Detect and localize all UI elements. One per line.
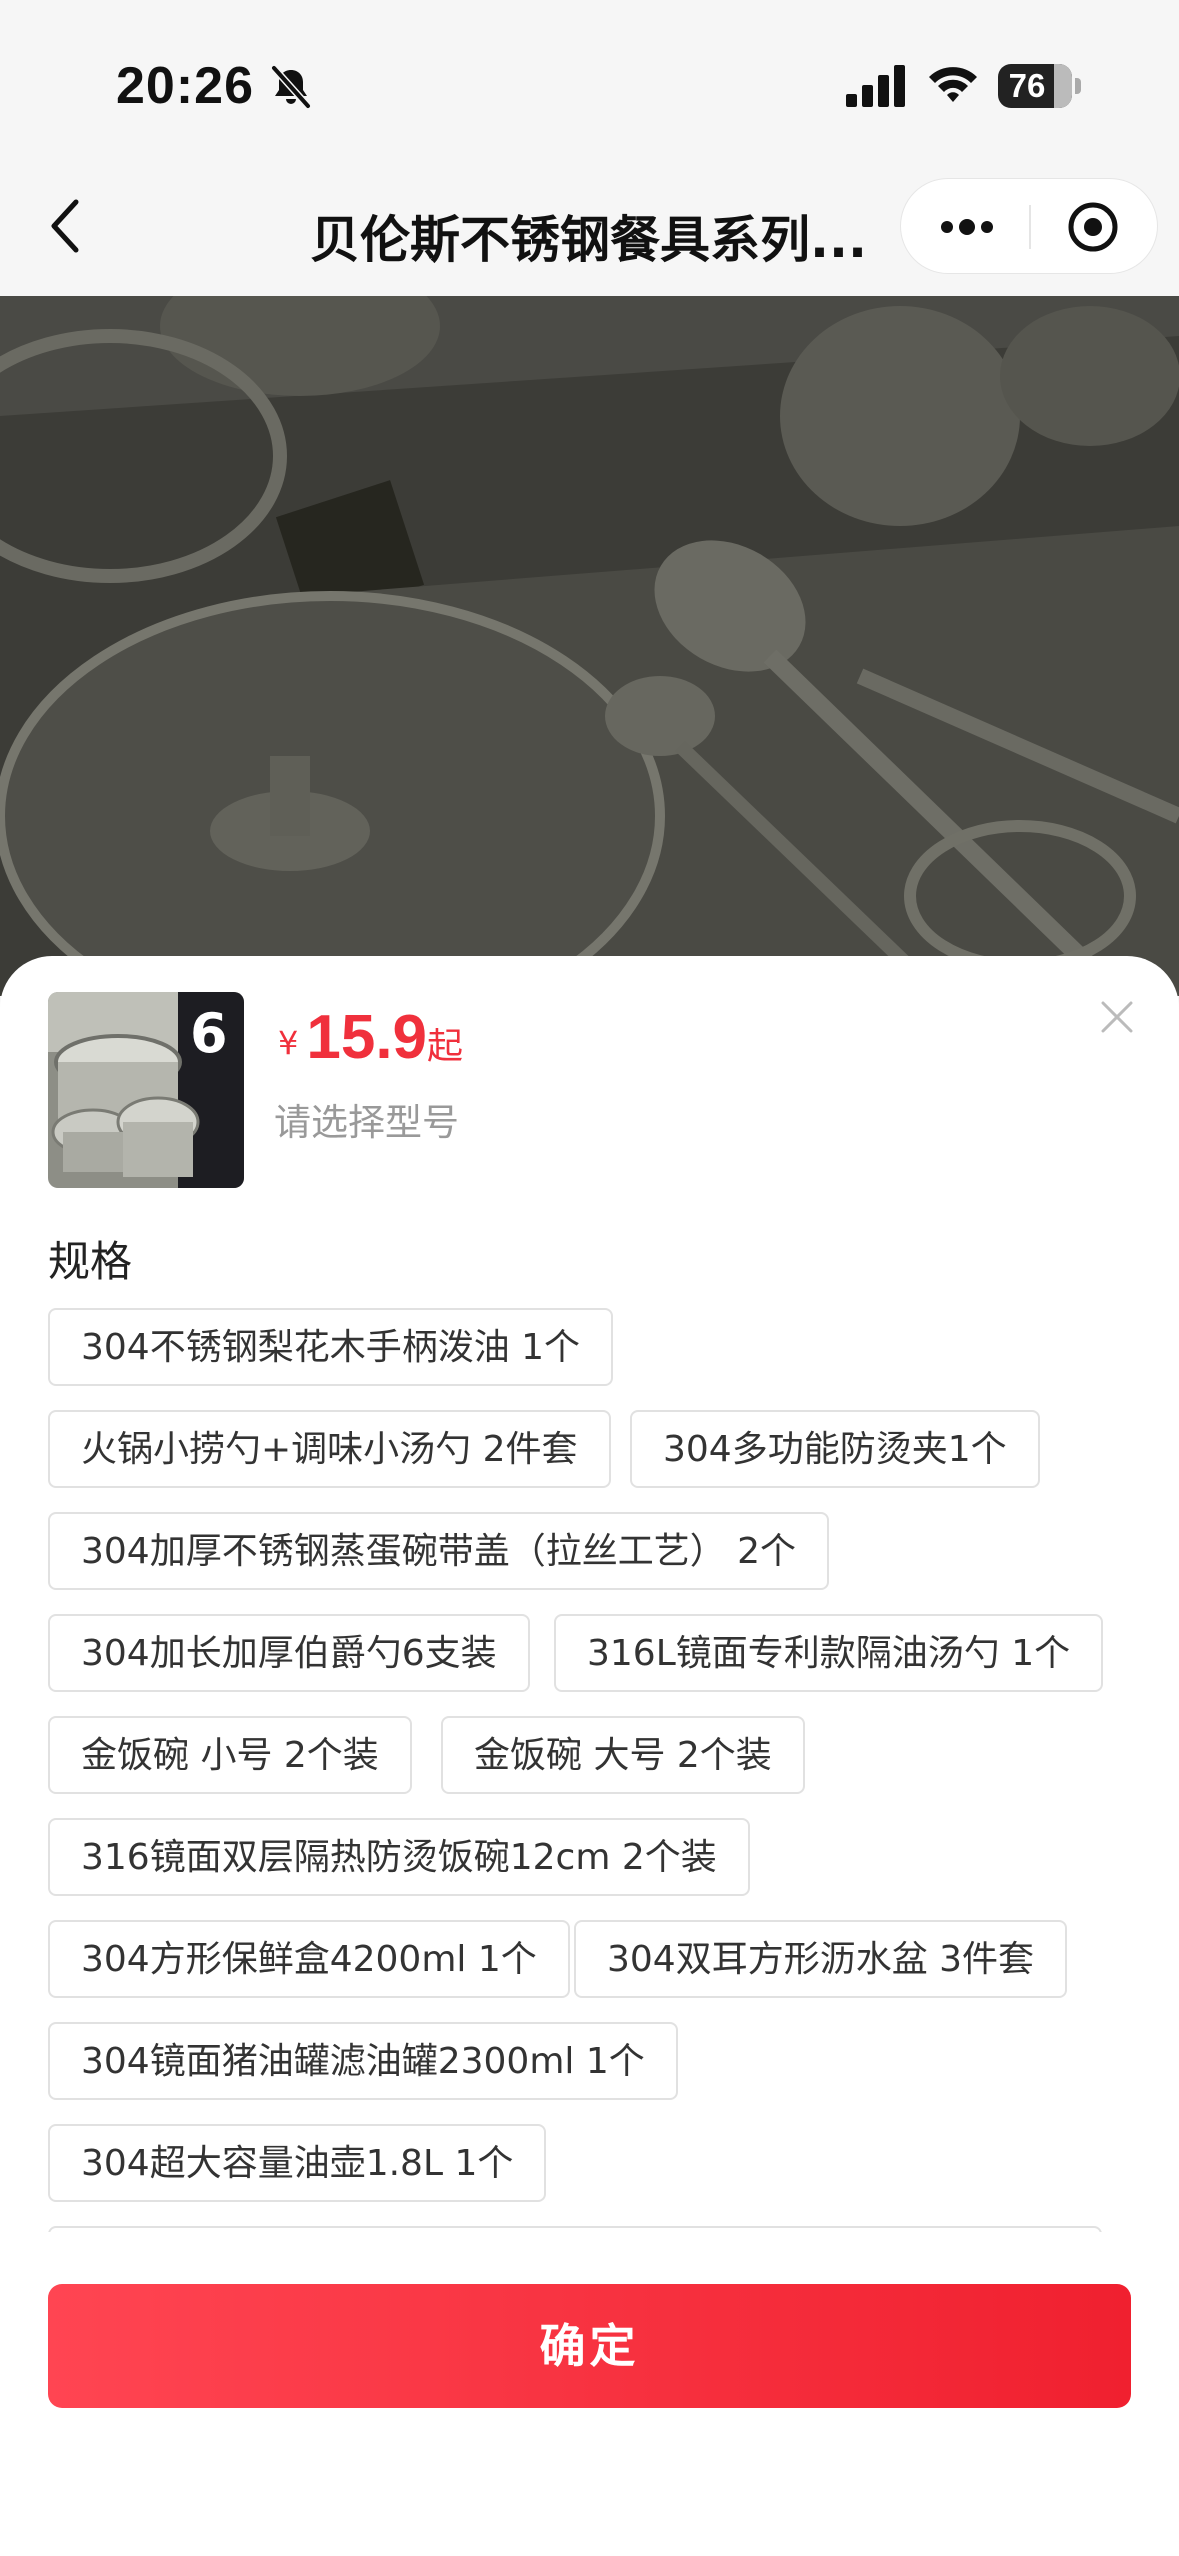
spec-option[interactable]: 金饭碗 大号 2个装 <box>441 1716 805 1794</box>
spec-option[interactable]: 金饭碗 小号 2个装 <box>48 1716 412 1794</box>
spec-option[interactable]: 304超大容量油壶1.8L 1个 <box>48 2124 547 2202</box>
svg-text:6: 6 <box>190 1002 228 1065</box>
spec-option[interactable]: 304镜面猪油罐滤油罐2300ml 1个 <box>48 2022 678 2100</box>
cellular-signal-icon <box>846 65 905 107</box>
target-icon[interactable] <box>1067 201 1119 253</box>
wifi-icon <box>929 67 977 102</box>
price-value: 15.9 <box>306 1003 428 1072</box>
spec-option[interactable]: 316L镜面专利款隔油汤勺 1个 <box>554 1614 1104 1692</box>
page-title: 贝伦斯不锈钢餐具系列... <box>310 211 867 269</box>
mini-program-capsule <box>900 178 1158 274</box>
spec-option[interactable]: 304多功能防烫夹1个 <box>630 1410 1040 1488</box>
status-time: 20:26 <box>116 57 254 115</box>
nav-bar: 贝伦斯不锈钢餐具系列... <box>0 170 1179 296</box>
capsule-divider <box>1029 205 1031 249</box>
price-suffix: 起 <box>427 1026 464 1067</box>
currency-symbol: ¥ <box>278 1024 299 1062</box>
spec-option[interactable]: 火锅小捞勺+调味小汤勺 2件套 <box>48 1410 611 1488</box>
close-icon[interactable] <box>1098 998 1136 1036</box>
bell-slash-icon <box>271 65 311 109</box>
selection-hint: 请选择型号 <box>274 1101 459 1144</box>
spec-option[interactable]: 316镜面双层隔热防烫饭碗12cm 2个装 <box>48 1818 750 1896</box>
spec-options: 304不锈钢梨花木手柄泼油 1个 火锅小捞勺+调味小汤勺 2件套 304多功能防… <box>48 1308 1138 2232</box>
battery-level: 76 <box>1008 67 1046 104</box>
spec-option[interactable]: 304方形保鲜盒4200ml 1个 <box>48 1920 570 1998</box>
spec-option[interactable]: 304双耳方形沥水盆 3件套 <box>574 1920 1068 1998</box>
spec-option[interactable]: 304加厚不锈钢蒸蛋碗带盖（拉丝工艺） 2个 <box>48 1512 830 1590</box>
battery-icon: 76 <box>998 64 1082 110</box>
back-chevron-icon[interactable] <box>44 196 88 256</box>
price: ¥15.9起 <box>278 1002 463 1073</box>
more-dots-icon[interactable] <box>937 205 997 249</box>
confirm-button[interactable]: 确定 <box>48 2284 1131 2408</box>
spec-section-title: 规格 <box>48 1237 133 1286</box>
product-thumbnail: 6 <box>48 992 244 1188</box>
product-photo-background <box>0 296 1179 996</box>
spec-option[interactable]: 304不锈钢梨花木手柄泼油 1个 <box>48 1308 614 1386</box>
spec-option[interactable]: 304加长加厚伯爵勺6支装 <box>48 1614 530 1692</box>
status-bar: 20:26 76 <box>0 0 1179 170</box>
spec-option[interactable] <box>48 2226 1102 2232</box>
spec-selection-sheet: 6 ¥15.9起 请选择型号 规格 304不锈钢梨花木手柄泼油 1个 火锅小捞勺… <box>0 956 1179 2556</box>
